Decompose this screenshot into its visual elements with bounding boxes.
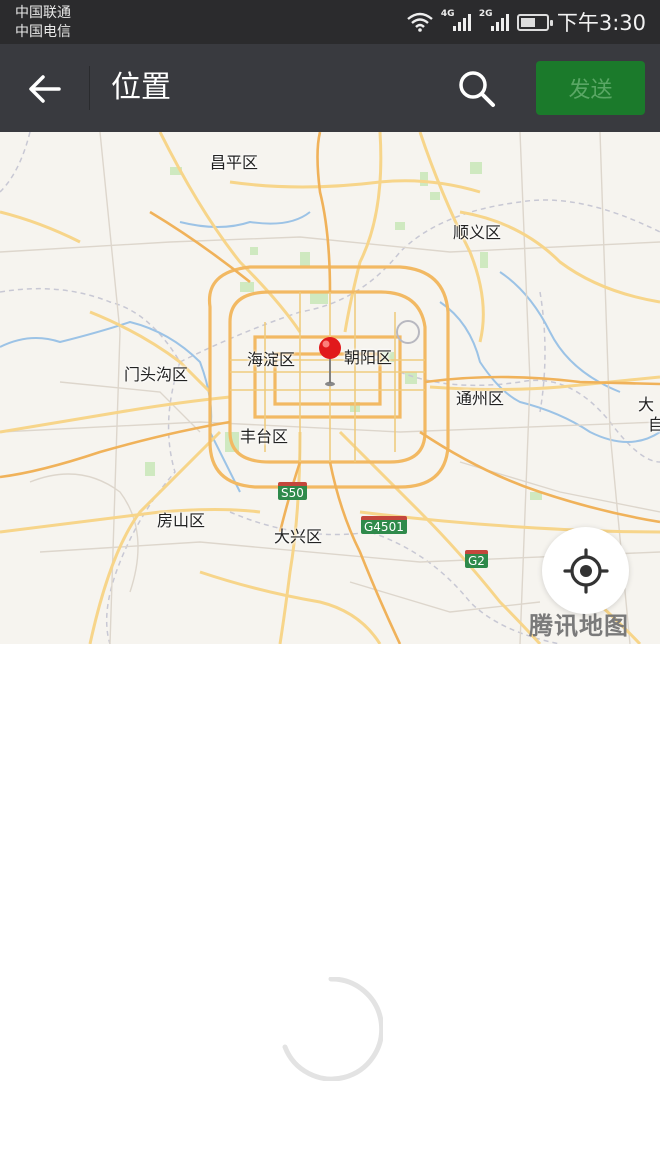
district-label-changping: 昌平区: [210, 153, 259, 172]
district-label-chaoyang: 朝阳区: [344, 348, 393, 367]
carrier-2: 中国电信: [15, 24, 71, 40]
highway-shield-g2: G2: [465, 550, 488, 568]
district-label-fengtai: 丰台区: [240, 427, 289, 446]
district-label-haidian: 海淀区: [247, 350, 296, 369]
location-picker-screen: 中国联通 中国电信 4G 2G 下午3:30 位置 发送 昌平区 顺义区 海淀区…: [0, 0, 660, 1173]
crosshair-locate-icon: [562, 547, 609, 594]
map-view[interactable]: 昌平区 顺义区 海淀区 朝阳区 门头沟区 通州区 丰台区 房山区 大兴区 大 自…: [0, 132, 660, 644]
status-time: 下午3:30: [556, 11, 646, 35]
status-icons: 4G 2G 下午3:30: [407, 0, 646, 44]
district-label-fangshan: 房山区: [157, 511, 206, 530]
district-label-shunyi: 顺义区: [453, 223, 502, 242]
send-button[interactable]: 发送: [536, 61, 645, 115]
status-bar: 中国联通 中国电信 4G 2G 下午3:30: [0, 0, 660, 44]
nav-bar: 位置 发送: [0, 44, 660, 132]
wifi-icon: [407, 12, 433, 32]
highway-shield-s50: S50: [278, 482, 307, 500]
arrow-left-icon: [29, 75, 61, 103]
district-label-mentougou: 门头沟区: [124, 365, 189, 384]
highway-shield-g4501: G4501: [361, 516, 407, 534]
map-pin-icon: [319, 337, 341, 387]
airport-ring: [396, 320, 420, 344]
locate-me-button[interactable]: [542, 527, 629, 614]
carrier-names: 中国联通 中国电信: [15, 4, 71, 42]
carrier-1: 中国联通: [15, 5, 71, 21]
district-label-tongzhou: 通州区: [456, 389, 505, 408]
back-button[interactable]: [20, 64, 70, 114]
page-title: 位置: [111, 70, 171, 105]
signal-icon: 4G: [441, 9, 471, 33]
district-label-edge-bottom: 自: [648, 415, 660, 434]
district-label-daxing: 大兴区: [274, 527, 323, 546]
search-button[interactable]: [452, 64, 502, 114]
battery-icon: [516, 13, 553, 31]
search-icon: [459, 71, 495, 107]
signal-icon-2: 2G: [479, 9, 509, 33]
loading-spinner-icon: [282, 977, 383, 1081]
nav-divider: [89, 66, 90, 110]
